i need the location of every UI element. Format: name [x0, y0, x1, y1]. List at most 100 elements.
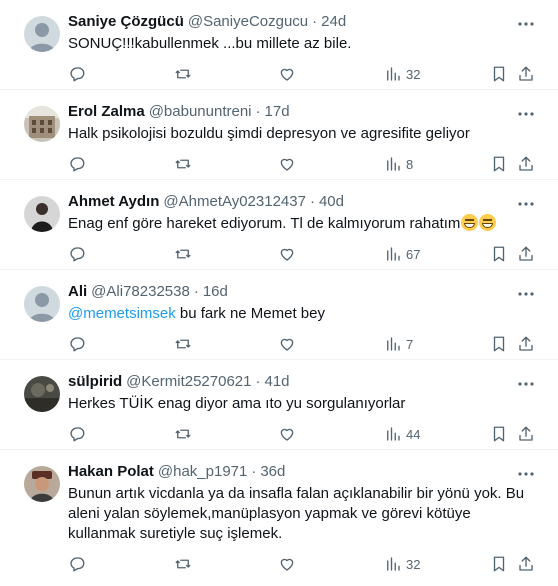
analytics-icon: [387, 247, 400, 261]
building-avatar[interactable]: [24, 106, 60, 142]
timestamp[interactable]: 17d: [265, 102, 290, 122]
share-button[interactable]: [517, 244, 535, 264]
bookmark-button[interactable]: [490, 424, 508, 444]
tweet[interactable]: Hakan Polat @hak_p1971 · 36d Bunun artık…: [0, 450, 558, 572]
reply-button[interactable]: [68, 554, 86, 574]
tweet[interactable]: sülpirid @Kermit25270621 · 41d Herkes TÜ…: [0, 360, 558, 450]
repost-button[interactable]: [174, 244, 192, 264]
repost-button[interactable]: [174, 64, 192, 84]
like-button[interactable]: [278, 64, 296, 84]
like-button[interactable]: [278, 244, 296, 264]
reply-button[interactable]: [68, 64, 86, 84]
more-options-icon[interactable]: [516, 374, 536, 394]
display-name[interactable]: Hakan Polat: [68, 462, 154, 482]
hat-avatar[interactable]: [24, 466, 60, 502]
dark-avatar[interactable]: [24, 376, 60, 412]
tweet-text-container: Enag enf göre hareket ediyorum. Tl de ka…: [68, 214, 542, 234]
display-name[interactable]: Saniye Çözgücü: [68, 12, 184, 32]
reply-button[interactable]: [68, 154, 86, 174]
person-avatar[interactable]: [24, 196, 60, 232]
bookmark-button[interactable]: [490, 64, 508, 84]
analytics-icon: [387, 157, 400, 171]
more-options-icon[interactable]: [516, 14, 536, 34]
like-button[interactable]: [278, 554, 296, 574]
user-handle[interactable]: @SaniyeCozgucu: [188, 12, 308, 32]
tweet-header: Erol Zalma @babununtreni · 17d: [68, 102, 542, 122]
repost-button[interactable]: [174, 424, 192, 444]
bookmark-button[interactable]: [490, 334, 508, 354]
display-name[interactable]: Ahmet Aydın: [68, 192, 159, 212]
user-handle[interactable]: @Kermit25270621: [126, 372, 251, 392]
views-button[interactable]: 67: [384, 244, 420, 264]
user-handle[interactable]: @hak_p1971: [158, 462, 247, 482]
default-avatar[interactable]: [24, 286, 60, 322]
more-options-icon[interactable]: [516, 284, 536, 304]
share-button[interactable]: [517, 334, 535, 354]
heart-icon: [280, 338, 294, 351]
user-handle[interactable]: @AhmetAy02312437: [163, 192, 306, 212]
repost-icon: [175, 429, 191, 439]
tweet[interactable]: Ahmet Aydın @AhmetAy02312437 · 40d Enag …: [0, 180, 558, 270]
bookmark-icon: [493, 556, 505, 572]
display-name[interactable]: Erol Zalma: [68, 102, 145, 122]
views-button[interactable]: 32: [384, 64, 420, 84]
separator-dot: ·: [312, 13, 318, 30]
heart-icon: [280, 158, 294, 171]
view-count: 32: [406, 556, 421, 572]
separator-dot: ·: [193, 283, 199, 300]
share-icon: [519, 156, 533, 171]
bookmark-button[interactable]: [490, 154, 508, 174]
default-avatar[interactable]: [24, 16, 60, 52]
repost-icon: [175, 339, 191, 349]
tweet[interactable]: Saniye Çözgücü @SaniyeCozgucu · 24d SONU…: [0, 0, 558, 90]
separator-dot: ·: [255, 103, 261, 120]
like-button[interactable]: [278, 154, 296, 174]
tweet[interactable]: Erol Zalma @babununtreni · 17d Halk psik…: [0, 90, 558, 180]
share-button[interactable]: [517, 554, 535, 574]
views-button[interactable]: 7: [384, 334, 413, 354]
share-button[interactable]: [517, 424, 535, 444]
timestamp[interactable]: 41d: [264, 372, 289, 392]
share-icon: [519, 66, 533, 81]
reply-button[interactable]: [68, 244, 86, 264]
share-button[interactable]: [517, 64, 535, 84]
bookmark-icon: [493, 156, 505, 172]
user-handle[interactable]: @babununtreni: [149, 102, 252, 122]
display-name[interactable]: Ali: [68, 282, 87, 302]
analytics-icon: [387, 67, 400, 81]
like-button[interactable]: [278, 334, 296, 354]
timestamp[interactable]: 36d: [260, 462, 285, 482]
tweet-text: SONUÇ!!!kabullenmek ...bu millete az bil…: [68, 35, 352, 52]
more-options-icon[interactable]: [516, 194, 536, 214]
views-button[interactable]: 32: [384, 554, 420, 574]
tweet[interactable]: Ali @Ali78232538 · 16d @memetsimsek bu f…: [0, 270, 558, 360]
tweet-text: Herkes TÜİK enag diyor ama ıto yu sorgul…: [68, 395, 406, 412]
view-count: 8: [406, 156, 414, 172]
timestamp[interactable]: 40d: [319, 192, 344, 212]
views-button[interactable]: 44: [384, 424, 420, 444]
mention-link[interactable]: @memetsimsek: [68, 305, 176, 322]
repost-button[interactable]: [174, 334, 192, 354]
grinning-face-emoji: [461, 214, 479, 231]
analytics-icon: [387, 337, 400, 351]
bookmark-button[interactable]: [490, 554, 508, 574]
display-name[interactable]: sülpirid: [68, 372, 122, 392]
reply-icon: [70, 427, 85, 442]
tweet-header: Ahmet Aydın @AhmetAy02312437 · 40d: [68, 192, 542, 212]
views-button[interactable]: 8: [384, 154, 413, 174]
user-handle[interactable]: @Ali78232538: [91, 282, 190, 302]
timestamp[interactable]: 16d: [203, 282, 228, 302]
bookmark-button[interactable]: [490, 244, 508, 264]
bookmark-icon: [493, 246, 505, 262]
more-options-icon[interactable]: [516, 104, 536, 124]
like-button[interactable]: [278, 424, 296, 444]
reply-button[interactable]: [68, 334, 86, 354]
repost-button[interactable]: [174, 554, 192, 574]
more-options-icon[interactable]: [516, 464, 536, 484]
reply-button[interactable]: [68, 424, 86, 444]
timestamp[interactable]: 24d: [321, 12, 346, 32]
heart-icon: [280, 68, 294, 81]
tweet-header: sülpirid @Kermit25270621 · 41d: [68, 372, 542, 392]
share-button[interactable]: [517, 154, 535, 174]
repost-button[interactable]: [174, 154, 192, 174]
